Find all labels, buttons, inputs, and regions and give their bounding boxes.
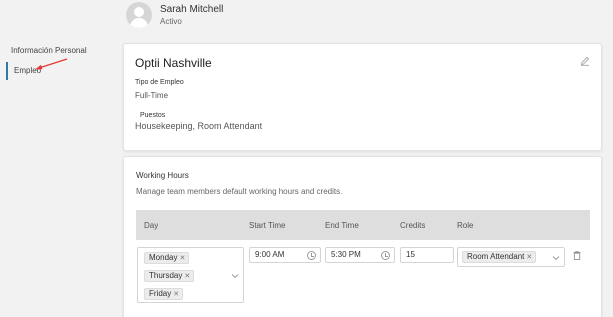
profile-header: Sarah Mitchell Activo	[126, 2, 223, 28]
column-header-role: Role	[457, 221, 474, 230]
working-hours-description: Manage team members default working hour…	[136, 187, 343, 196]
day-tag-friday[interactable]: Friday ✕	[144, 288, 184, 300]
profile-status: Activo	[160, 16, 182, 26]
profile-name: Sarah Mitchell	[160, 3, 224, 15]
tag-label: Room Attendant	[467, 252, 525, 261]
employment-card: Optii Nashville Tipo de Empleo Full-Time…	[123, 43, 602, 151]
employment-type-value: Full-Time	[135, 91, 169, 100]
chevron-down-icon[interactable]	[231, 273, 239, 279]
pencil-icon[interactable]	[580, 56, 590, 66]
role-tag[interactable]: Room Attendant ✕	[462, 251, 537, 263]
working-hours-card: Working Hours Manage team members defaul…	[123, 156, 602, 317]
column-header-day: Day	[144, 221, 159, 230]
positions-value: Housekeeping, Room Attendant	[135, 121, 263, 131]
working-hours-title: Working Hours	[136, 171, 189, 180]
positions-label: Puestos	[140, 112, 166, 119]
avatar	[126, 2, 152, 28]
tag-label: Monday	[149, 253, 178, 262]
end-time-input[interactable]: 5:30 PM	[325, 247, 395, 263]
tag-label: Friday	[149, 289, 172, 298]
start-time-value: 9:00 AM	[255, 250, 285, 259]
clock-icon[interactable]	[381, 251, 390, 260]
start-time-input[interactable]: 9:00 AM	[249, 247, 321, 263]
remove-tag-icon[interactable]: ✕	[526, 254, 532, 261]
chevron-down-icon[interactable]	[552, 255, 560, 261]
remove-tag-icon[interactable]: ✕	[173, 291, 179, 298]
day-tag-thursday[interactable]: Thursday ✕	[144, 270, 195, 282]
sidebar-item-label: Información Personal	[11, 46, 87, 55]
credits-value: 15	[406, 250, 415, 259]
column-header-start-time: Start Time	[249, 221, 286, 230]
remove-tag-icon[interactable]: ✕	[184, 273, 190, 280]
credits-input[interactable]: 15	[400, 247, 454, 263]
employment-type-label: Tipo de Empleo	[135, 79, 184, 86]
trash-icon[interactable]	[573, 251, 581, 260]
company-name: Optii Nashville	[135, 56, 212, 70]
tag-label: Thursday	[149, 271, 183, 280]
day-multiselect[interactable]: Monday ✕ Thursday ✕ Friday ✕	[137, 247, 244, 303]
clock-icon[interactable]	[307, 251, 316, 260]
table-header: Day Start Time End Time Credits Role	[136, 210, 590, 240]
end-time-value: 5:30 PM	[331, 250, 361, 259]
role-select[interactable]: Room Attendant ✕	[457, 247, 565, 267]
arrow-annotation-icon	[35, 58, 68, 70]
remove-tag-icon[interactable]: ✕	[179, 255, 185, 262]
column-header-end-time: End Time	[325, 221, 359, 230]
day-tag-monday[interactable]: Monday ✕	[144, 252, 190, 264]
column-header-credits: Credits	[400, 221, 426, 230]
